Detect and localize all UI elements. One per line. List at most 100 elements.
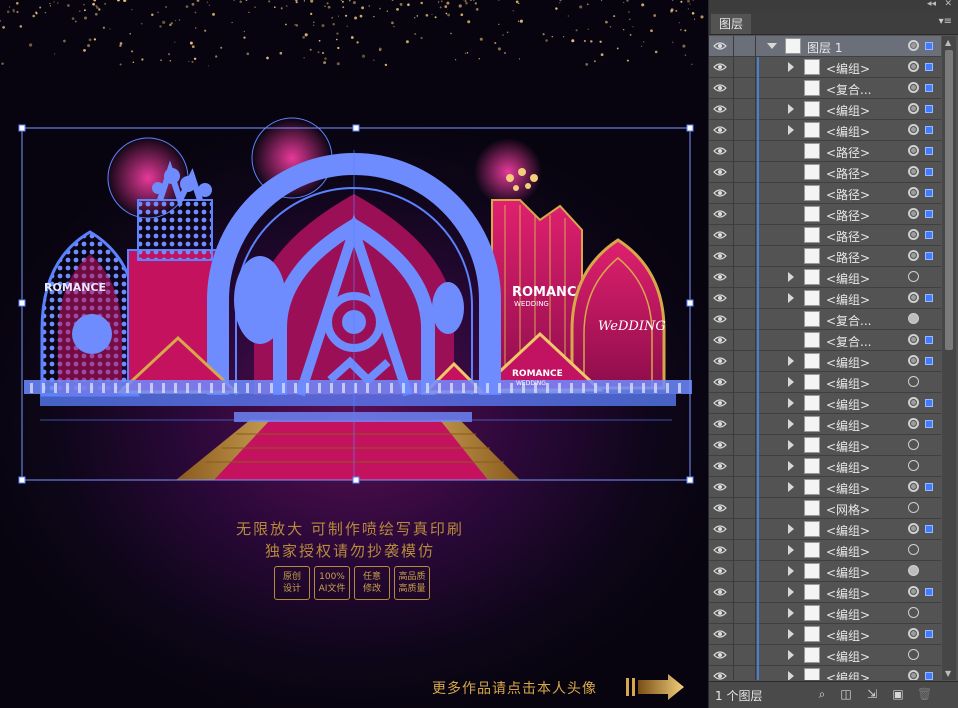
layer-name[interactable]: <路径> xyxy=(826,249,870,266)
target-icon[interactable] xyxy=(908,313,919,324)
scroll-up-icon[interactable]: ▲ xyxy=(945,38,951,47)
target-icon[interactable] xyxy=(908,565,919,576)
layer-row[interactable]: <编组> xyxy=(709,561,941,582)
layer-row[interactable]: <编组> xyxy=(709,351,941,372)
eye-icon[interactable] xyxy=(713,229,727,241)
expand-triangle-icon[interactable] xyxy=(788,524,794,534)
artboard-canvas[interactable]: ROMANCE WeDDING ROMANCE ROMANCE WEDDING … xyxy=(0,0,708,708)
expand-triangle-icon[interactable] xyxy=(788,545,794,555)
eye-icon[interactable] xyxy=(713,166,727,178)
layer-row[interactable]: <编组> xyxy=(709,477,941,498)
layer-row[interactable]: <编组> xyxy=(709,288,941,309)
target-icon[interactable] xyxy=(908,418,919,429)
selection-indicator[interactable] xyxy=(925,63,933,71)
layer-name[interactable]: <编组> xyxy=(826,480,870,497)
eye-icon[interactable] xyxy=(713,124,727,136)
selection-indicator[interactable] xyxy=(925,147,933,155)
layer-row[interactable]: <编组> xyxy=(709,519,941,540)
new-layer-icon[interactable]: ▣ xyxy=(891,687,905,701)
layer-name[interactable]: <复合... xyxy=(826,81,872,98)
selection-indicator[interactable] xyxy=(925,420,933,428)
expand-triangle-icon[interactable] xyxy=(788,419,794,429)
selection-indicator[interactable] xyxy=(925,210,933,218)
expand-triangle-icon[interactable] xyxy=(788,440,794,450)
layer-name[interactable]: <编组> xyxy=(826,375,870,392)
new-sublayer-icon[interactable]: ⇲ xyxy=(865,687,879,701)
eye-icon[interactable] xyxy=(713,418,727,430)
target-icon[interactable] xyxy=(908,649,919,660)
layer-row[interactable]: <路径> xyxy=(709,246,941,267)
eye-icon[interactable] xyxy=(713,439,727,451)
eye-icon[interactable] xyxy=(713,334,727,346)
tab-layers[interactable]: 图层 xyxy=(711,14,752,34)
stage-stairs[interactable] xyxy=(176,412,520,480)
layer-name[interactable]: <编组> xyxy=(826,291,870,308)
expand-triangle-icon[interactable] xyxy=(788,62,794,72)
layer-row[interactable]: <编组> xyxy=(709,414,941,435)
layer-row[interactable]: <编组> xyxy=(709,645,941,666)
eye-icon[interactable] xyxy=(713,250,727,262)
target-icon[interactable] xyxy=(908,355,919,366)
clipping-mask-icon[interactable]: ◫ xyxy=(839,687,853,701)
eye-icon[interactable] xyxy=(713,481,727,493)
left-arch-selected[interactable]: ROMANCE xyxy=(40,230,140,397)
layer-row[interactable]: <路径> xyxy=(709,141,941,162)
layer-name[interactable]: <编组> xyxy=(826,123,870,140)
layer-name[interactable]: <路径> xyxy=(826,144,870,161)
target-icon[interactable] xyxy=(908,397,919,408)
target-icon[interactable] xyxy=(908,544,919,555)
eye-icon[interactable] xyxy=(713,460,727,472)
selection-indicator[interactable] xyxy=(925,294,933,302)
target-icon[interactable] xyxy=(908,124,919,135)
layer-list[interactable]: 图层 1 <编组> <复合... <编组> <编组> <路径> <路径> <路径> <路径> <… xyxy=(709,36,941,680)
selection-indicator[interactable] xyxy=(925,231,933,239)
layer-name[interactable]: <编组> xyxy=(826,648,870,665)
trash-icon[interactable]: 🗑 xyxy=(917,687,932,701)
eye-icon[interactable] xyxy=(713,649,727,661)
target-icon[interactable] xyxy=(908,334,919,345)
target-icon[interactable] xyxy=(908,208,919,219)
selection-indicator[interactable] xyxy=(925,126,933,134)
layer-name[interactable]: <路径> xyxy=(826,165,870,182)
layer-row[interactable]: <网格> xyxy=(709,498,941,519)
eye-icon[interactable] xyxy=(713,82,727,94)
expand-triangle-icon[interactable] xyxy=(788,629,794,639)
layer-row[interactable]: <编组> xyxy=(709,582,941,603)
eye-icon[interactable] xyxy=(713,523,727,535)
layer-row[interactable]: <编组> xyxy=(709,435,941,456)
layer-row[interactable]: <编组> xyxy=(709,372,941,393)
expand-triangle-icon[interactable] xyxy=(788,293,794,303)
eye-icon[interactable] xyxy=(713,586,727,598)
expand-triangle-icon[interactable] xyxy=(788,272,794,282)
panel-menu-icon[interactable]: ▾≡ xyxy=(939,16,952,27)
collapse-triangle-icon[interactable] xyxy=(767,43,777,49)
layer-name[interactable]: <编组> xyxy=(826,102,870,119)
target-icon[interactable] xyxy=(908,607,919,618)
scroll-down-icon[interactable]: ▼ xyxy=(945,669,951,678)
layer-name[interactable]: <编组> xyxy=(826,417,870,434)
eye-icon[interactable] xyxy=(713,628,727,640)
layer-name[interactable]: <复合... xyxy=(826,312,872,329)
eye-icon[interactable] xyxy=(713,544,727,556)
target-icon[interactable] xyxy=(908,292,919,303)
selection-indicator[interactable] xyxy=(925,483,933,491)
selection-indicator[interactable] xyxy=(925,357,933,365)
eye-icon[interactable] xyxy=(713,208,727,220)
layer-row[interactable]: <编组> xyxy=(709,120,941,141)
eye-icon[interactable] xyxy=(713,61,727,73)
eye-icon[interactable] xyxy=(713,607,727,619)
expand-triangle-icon[interactable] xyxy=(788,125,794,135)
selection-indicator[interactable] xyxy=(925,168,933,176)
layer-name[interactable]: <编组> xyxy=(826,522,870,539)
selection-indicator[interactable] xyxy=(925,525,933,533)
target-icon[interactable] xyxy=(908,271,919,282)
layer-name[interactable]: <路径> xyxy=(826,186,870,203)
collapse-icon[interactable]: ◂◂ xyxy=(927,0,936,9)
layer-row[interactable]: <路径> xyxy=(709,162,941,183)
expand-triangle-icon[interactable] xyxy=(788,608,794,618)
target-icon[interactable] xyxy=(908,166,919,177)
stage-railing[interactable] xyxy=(24,380,692,406)
selection-indicator[interactable] xyxy=(925,630,933,638)
selection-indicator[interactable] xyxy=(925,399,933,407)
eye-icon[interactable] xyxy=(713,292,727,304)
